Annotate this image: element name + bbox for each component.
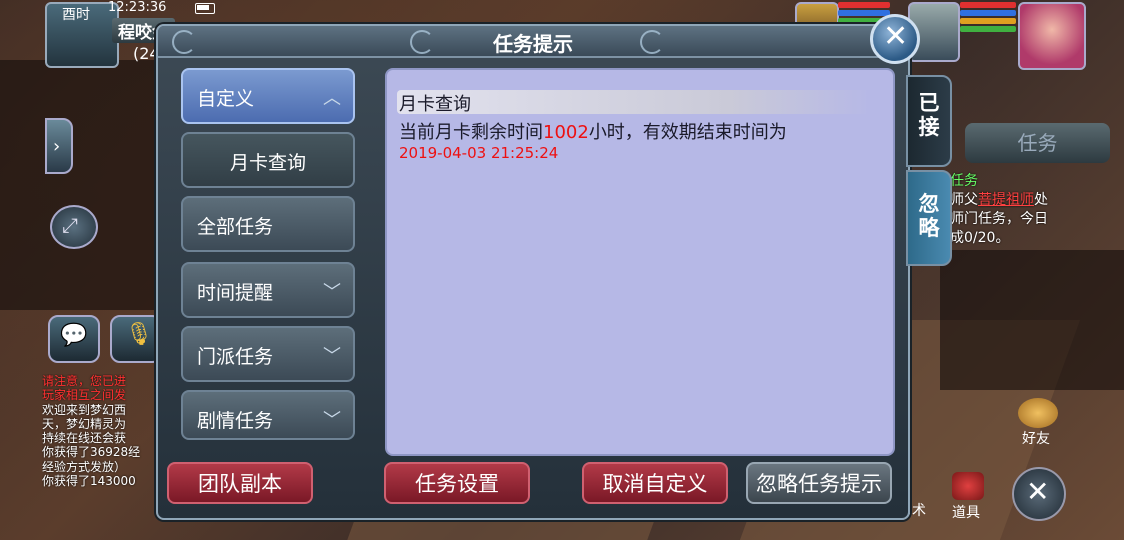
chat-line: 持续在线还会获 bbox=[42, 431, 127, 446]
chat-line: 你获得了36928经 bbox=[42, 445, 141, 460]
menu-item-label: 月卡查询 bbox=[229, 152, 306, 174]
ignore-quest-tips-button[interactable]: 忽略任务提示 bbox=[746, 462, 892, 504]
quest-tracker[interactable]: 任务 师父菩提祖师处 师门任务，今日 成0/20。 bbox=[950, 172, 1124, 252]
chevron-up-icon: ︿ bbox=[323, 88, 341, 109]
mp-bar bbox=[960, 10, 1016, 16]
player-avatar[interactable] bbox=[1018, 2, 1086, 70]
menu-item-label: 门派任务 bbox=[197, 346, 274, 368]
remaining-hours: 1002 bbox=[543, 122, 589, 143]
cancel-custom-button[interactable]: 取消自定义 bbox=[582, 462, 728, 504]
exp-bar bbox=[960, 26, 1016, 32]
menu-item-monthly-card-query[interactable]: 月卡查询 bbox=[181, 132, 355, 188]
chevron-down-icon: ﹀ bbox=[323, 346, 341, 367]
quest-tips-dialog: 任务提示 自定义 ︿ 月卡查询 全部任务 时间提醒 ﹀ 门派任务 ﹀ 剧情任务 … bbox=[156, 24, 910, 520]
quest-settings-button[interactable]: 任务设置 bbox=[384, 462, 530, 504]
expiry-datetime: 2019-04-03 21:25:24 bbox=[399, 144, 559, 162]
props-label: 道具 bbox=[952, 505, 980, 521]
menu-item-label: 自定义 bbox=[197, 88, 255, 110]
hp-bar bbox=[838, 2, 890, 8]
content-panel: 月卡查询 当前月卡剩余时间1002小时，有效期结束时间为 2019-04-03 … bbox=[385, 68, 895, 456]
menu-item-all-quests[interactable]: 全部任务 bbox=[181, 196, 355, 252]
treasure-chest-icon bbox=[952, 472, 984, 500]
hp-bar bbox=[960, 2, 1016, 8]
tab-accepted[interactable]: 已接 bbox=[906, 75, 952, 167]
anger-bar bbox=[960, 18, 1016, 24]
chevron-down-icon: ﹀ bbox=[323, 282, 341, 303]
menu-item-custom[interactable]: 自定义 ︿ bbox=[181, 68, 355, 124]
close-menu-button[interactable]: ✕ bbox=[1012, 467, 1066, 521]
quest-npc-link[interactable]: 菩提祖师 bbox=[978, 192, 1034, 208]
props-button[interactable]: 道具 bbox=[948, 470, 990, 522]
friends-label: 好友 bbox=[1022, 431, 1050, 447]
menu-item-label: 时间提醒 bbox=[197, 282, 274, 304]
expand-arrows-icon: ⤢ bbox=[62, 213, 78, 237]
close-icon: ✕ bbox=[883, 19, 909, 54]
clock-label: 酉时 bbox=[62, 7, 90, 23]
close-dialog-button[interactable]: ✕ bbox=[870, 14, 920, 64]
team-dungeon-button[interactable]: 团队副本 bbox=[167, 462, 313, 504]
close-icon: ✕ bbox=[1026, 475, 1050, 508]
chat-line: 你获得了143000 bbox=[42, 474, 136, 489]
chevron-right-icon: › bbox=[53, 136, 61, 157]
menu-item-story-quests[interactable]: 剧情任务 ﹀ bbox=[181, 390, 355, 440]
expand-side-button[interactable]: › bbox=[45, 118, 73, 174]
content-heading: 月卡查询 bbox=[399, 94, 471, 115]
time-text: 12:23:36 bbox=[108, 0, 167, 15]
friends-button[interactable]: 好友 bbox=[1012, 398, 1064, 450]
player-status-bars bbox=[960, 2, 1016, 36]
quest-line: 师门任务，今日 bbox=[950, 211, 1048, 227]
chevron-down-icon: ﹀ bbox=[323, 410, 341, 431]
wall-shadow bbox=[0, 60, 160, 310]
battery-icon bbox=[195, 3, 215, 14]
microphone-icon: 🎙 bbox=[125, 322, 153, 347]
chat-line: 玩家相互之间发 bbox=[42, 388, 127, 403]
chat-log[interactable]: 请注意，您已进 玩家相互之间发 欢迎来到梦幻西 天，梦幻精灵为 持续在线还会获 … bbox=[42, 374, 160, 514]
quest-line: 成0/20。 bbox=[950, 230, 1010, 246]
mp-bar bbox=[838, 10, 890, 16]
chat-bubble-icon: 💬 bbox=[60, 323, 88, 348]
fullscreen-button[interactable]: ⤢ bbox=[50, 205, 98, 249]
chat-line: 天，梦幻精灵为 bbox=[42, 416, 127, 431]
handshake-icon bbox=[1018, 398, 1058, 428]
chat-button[interactable]: 💬 bbox=[48, 315, 100, 363]
voice-button[interactable]: 🎙 bbox=[110, 315, 162, 363]
menu-item-time-reminder[interactable]: 时间提醒 ﹀ bbox=[181, 262, 355, 318]
dialog-titlebar: 任务提示 bbox=[158, 26, 908, 58]
chat-line: 欢迎来到梦幻西 bbox=[42, 402, 127, 417]
tab-ignored[interactable]: 忽略 bbox=[906, 170, 952, 266]
menu-item-label: 全部任务 bbox=[197, 216, 274, 238]
menu-item-sect-quests[interactable]: 门派任务 ﹀ bbox=[181, 326, 355, 382]
quest-title: 任务 bbox=[950, 173, 978, 189]
quest-tracker-tab[interactable]: 任务 bbox=[965, 123, 1110, 163]
menu-item-label: 剧情任务 bbox=[197, 410, 274, 432]
wall-shadow bbox=[940, 250, 1124, 390]
content-text: 当前月卡剩余时间1002小时，有效期结束时间为 bbox=[399, 122, 787, 143]
chat-line: 经验方式发放） bbox=[42, 459, 127, 474]
dialog-title: 任务提示 bbox=[493, 32, 573, 56]
quest-line: 师父菩提祖师处 bbox=[950, 192, 1048, 208]
chat-line: 请注意，您已进 bbox=[42, 374, 127, 388]
